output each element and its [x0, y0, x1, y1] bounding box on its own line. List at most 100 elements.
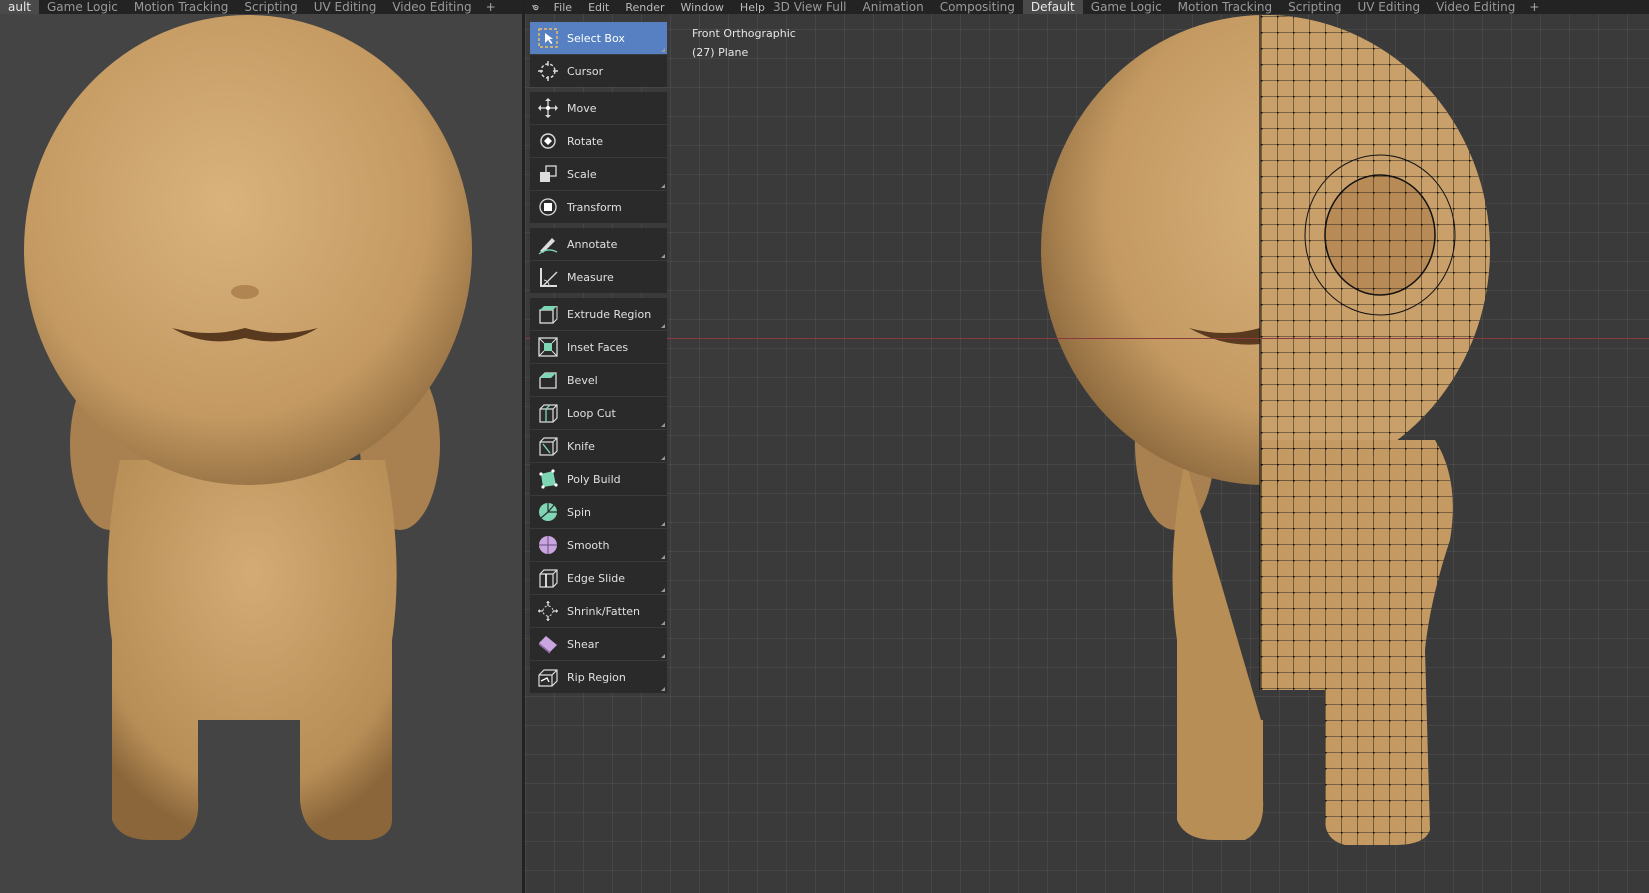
- tool-label: Select Box: [567, 31, 625, 45]
- tool-label: Annotate: [567, 237, 618, 251]
- tool-smooth[interactable]: Smooth: [530, 529, 667, 561]
- tool-measure[interactable]: Measure: [530, 261, 667, 293]
- more-options-icon: [661, 588, 665, 592]
- tool-label: Shrink/Fatten: [567, 604, 641, 618]
- workspace-tabs-left: ault Game Logic Motion Tracking Scriptin…: [0, 0, 522, 14]
- tool-label: Move: [567, 101, 597, 115]
- more-options-icon: [661, 687, 665, 691]
- more-options-icon: [661, 254, 665, 258]
- tool-bevel[interactable]: Bevel: [530, 364, 667, 396]
- scale-icon: [540, 165, 557, 182]
- cursor-icon: [538, 61, 558, 81]
- tool-label: Scale: [567, 167, 597, 181]
- tool-label: Shear: [567, 637, 599, 651]
- right-viewport[interactable]: Front Orthographic (27) Plane: [525, 0, 1649, 893]
- tool-label: Rip Region: [567, 670, 626, 684]
- tool-label: Loop Cut: [567, 406, 616, 420]
- tool-annotate[interactable]: Annotate: [530, 228, 667, 260]
- shear-icon: [539, 636, 557, 654]
- poly-build-icon: [539, 469, 558, 489]
- tool-move[interactable]: Move: [530, 92, 667, 124]
- tool-shrink-fatten[interactable]: Shrink/Fatten: [530, 595, 667, 627]
- move-icon: [538, 98, 558, 118]
- tool-rip-region[interactable]: Rip Region: [530, 661, 667, 693]
- rotate-icon: [540, 133, 556, 149]
- annotate-icon: [538, 238, 558, 255]
- tool-label: Extrude Region: [567, 307, 652, 321]
- tool-cursor[interactable]: Cursor: [530, 55, 667, 87]
- tool-label: Edge Slide: [567, 571, 626, 585]
- more-options-icon: [661, 654, 665, 658]
- select-box-icon: [538, 28, 558, 48]
- add-workspace-icon[interactable]: +: [480, 0, 502, 14]
- menu-render[interactable]: Render: [617, 1, 672, 14]
- tool-label: Measure: [567, 270, 614, 284]
- more-options-icon: [661, 621, 665, 625]
- tab-scripting[interactable]: Scripting: [236, 0, 305, 14]
- tab-motion-tracking[interactable]: Motion Tracking: [126, 0, 236, 14]
- inset-faces-icon: [538, 337, 558, 357]
- tool-label: Rotate: [567, 134, 604, 148]
- tool-label: Smooth: [567, 538, 610, 552]
- tool-label: Transform: [567, 200, 622, 214]
- tab-compositing[interactable]: Compositing: [932, 0, 1023, 14]
- tool-label: Bevel: [567, 373, 598, 387]
- tool-shear[interactable]: Shear: [530, 628, 667, 660]
- smooth-icon: [539, 536, 557, 554]
- tab-animation[interactable]: Animation: [855, 0, 932, 14]
- rip-region-icon: [538, 669, 558, 687]
- add-workspace-icon[interactable]: +: [1523, 0, 1545, 14]
- tool-knife[interactable]: Knife: [530, 430, 667, 462]
- tab-uv-editing[interactable]: UV Editing: [1350, 0, 1429, 14]
- tab-video-editing[interactable]: Video Editing: [1428, 0, 1523, 14]
- tool-inset-faces[interactable]: Inset Faces: [530, 331, 667, 363]
- more-options-icon: [661, 184, 665, 188]
- tab-default-partial[interactable]: ault: [0, 0, 39, 14]
- view-name: Front Orthographic: [692, 27, 796, 40]
- menu-window[interactable]: Window: [673, 1, 732, 14]
- tab-scripting[interactable]: Scripting: [1280, 0, 1349, 14]
- shrink-fatten-icon: [538, 601, 558, 621]
- tool-label: Inset Faces: [567, 340, 629, 354]
- tool-rotate[interactable]: Rotate: [530, 125, 667, 157]
- character-model-smooth: [24, 15, 472, 840]
- tool-extrude-region[interactable]: Extrude Region: [530, 298, 667, 330]
- object-label: (27) Plane: [692, 46, 749, 59]
- left-viewport[interactable]: ault Game Logic Motion Tracking Scriptin…: [0, 0, 522, 893]
- loop-cut-icon: [539, 404, 558, 423]
- spin-icon: [539, 503, 557, 521]
- tool-shelf: Select Box Cursor Move Rotate Scale Tran…: [530, 22, 667, 694]
- tool-label: Knife: [567, 439, 595, 453]
- tab-motion-tracking[interactable]: Motion Tracking: [1170, 0, 1280, 14]
- tab-video-editing[interactable]: Video Editing: [384, 0, 479, 14]
- knife-icon: [539, 437, 558, 456]
- menu-file[interactable]: File: [546, 1, 580, 14]
- tool-loop-cut[interactable]: Loop Cut: [530, 397, 667, 429]
- tool-spin[interactable]: Spin: [530, 496, 667, 528]
- tool-label: Spin: [567, 505, 591, 519]
- tool-scale[interactable]: Scale: [530, 158, 667, 190]
- more-options-icon: [661, 555, 665, 559]
- more-options-icon: [661, 324, 665, 328]
- tool-edge-slide[interactable]: Edge Slide: [530, 562, 667, 594]
- workspace-tabs-right: 3D View Full Animation Compositing Defau…: [765, 0, 1649, 14]
- tool-poly-build[interactable]: Poly Build: [530, 463, 667, 495]
- bevel-icon: [539, 372, 557, 389]
- tool-select-box[interactable]: Select Box: [530, 22, 667, 54]
- tab-uv-editing[interactable]: UV Editing: [306, 0, 385, 14]
- tab-default[interactable]: Default: [1022, 0, 1083, 14]
- tab-3d-view-full[interactable]: 3D View Full: [765, 0, 855, 14]
- tab-game-logic[interactable]: Game Logic: [39, 0, 126, 14]
- menu-edit[interactable]: Edit: [580, 1, 617, 14]
- transform-icon: [539, 198, 557, 216]
- more-options-icon: [661, 522, 665, 526]
- character-model-wireframe: [1041, 15, 1490, 845]
- measure-icon: [540, 268, 558, 287]
- tool-transform[interactable]: Transform: [530, 191, 667, 223]
- x-axis-line: [525, 338, 1649, 339]
- viewport-info: Front Orthographic (27) Plane: [692, 24, 796, 62]
- blender-logo-icon[interactable]: [531, 1, 540, 13]
- edge-slide-icon: [539, 569, 558, 588]
- main-menubar: File Edit Render Window Help: [525, 0, 773, 14]
- tab-game-logic[interactable]: Game Logic: [1083, 0, 1170, 14]
